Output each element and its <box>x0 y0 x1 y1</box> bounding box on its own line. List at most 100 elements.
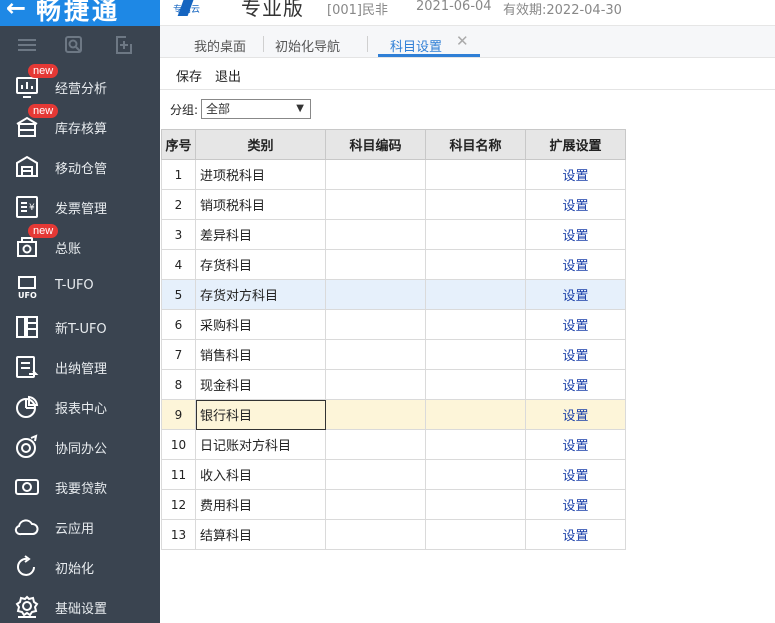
cell-subject-code[interactable] <box>325 159 426 190</box>
cell-subject-code[interactable] <box>325 369 426 400</box>
table-row[interactable]: 12 费用科目 设置 <box>161 489 626 520</box>
settings-link[interactable]: 设置 <box>525 429 626 460</box>
table-row[interactable]: 6 采购科目 设置 <box>161 309 626 340</box>
cell-subject-code[interactable] <box>325 189 426 220</box>
add-window-icon[interactable] <box>113 34 135 56</box>
cell-subject-name[interactable] <box>425 189 526 220</box>
cell-subject-code[interactable] <box>325 519 426 550</box>
table-row[interactable]: 4 存货科目 设置 <box>161 249 626 280</box>
cell-subject-code[interactable] <box>325 219 426 250</box>
settings-link[interactable]: 设置 <box>525 279 626 310</box>
settings-link[interactable]: 设置 <box>525 399 626 430</box>
sidebar-item-business-analysis[interactable]: new 经营分析 <box>0 64 160 107</box>
cell-subject-code[interactable] <box>325 459 426 490</box>
sidebar-item-initialization[interactable]: 初始化 <box>0 547 160 587</box>
cell-subject-code[interactable] <box>325 249 426 280</box>
cell-subject-code[interactable] <box>325 279 426 310</box>
cell-subject-name[interactable] <box>425 489 526 520</box>
sidebar-item-mobile-warehouse[interactable]: 移动仓管 <box>0 147 160 187</box>
tab-init-navigation[interactable]: 初始化导航 <box>275 36 340 56</box>
table-row[interactable]: 11 收入科目 设置 <box>161 459 626 490</box>
cell-category[interactable]: 费用科目 <box>195 489 326 520</box>
settings-link[interactable]: 设置 <box>525 189 626 220</box>
tab-subject-settings[interactable]: 科目设置 <box>390 36 442 56</box>
sidebar-item-report-center[interactable]: 报表中心 <box>0 387 160 427</box>
settings-link[interactable]: 设置 <box>525 489 626 520</box>
cell-category[interactable]: 现金科目 <box>195 369 326 400</box>
cell-subject-name[interactable] <box>425 429 526 460</box>
table-row[interactable]: 2 销项税科目 设置 <box>161 189 626 220</box>
cell-subject-name[interactable] <box>425 519 526 550</box>
cell-subject-name[interactable] <box>425 459 526 490</box>
sidebar-item-invoice-management[interactable]: ¥ 发票管理 <box>0 187 160 227</box>
table-row[interactable]: 3 差异科目 设置 <box>161 219 626 250</box>
cell-category[interactable]: 销售科目 <box>195 339 326 370</box>
sidebar-item-general-ledger[interactable]: new 总账 <box>0 224 160 267</box>
settings-link[interactable]: 设置 <box>525 309 626 340</box>
settings-link[interactable]: 设置 <box>525 219 626 250</box>
cell-subject-name[interactable] <box>425 309 526 340</box>
cell-subject-code[interactable] <box>325 309 426 340</box>
cell-subject-name[interactable] <box>425 369 526 400</box>
tab-separator <box>263 36 264 52</box>
account-label: [001]民非 <box>327 3 388 18</box>
search-settings-icon[interactable] <box>63 34 85 56</box>
tab-my-desktop[interactable]: 我的桌面 <box>194 36 246 56</box>
cell-category[interactable]: 存货科目 <box>195 249 326 280</box>
table-row-hover[interactable]: 5 存货对方科目 设置 <box>161 279 626 310</box>
group-select[interactable]: 全部 ▼ <box>201 99 311 119</box>
settings-link[interactable]: 设置 <box>525 519 626 550</box>
sidebar-item-loan[interactable]: 我要贷款 <box>0 467 160 507</box>
table-row[interactable]: 7 销售科目 设置 <box>161 339 626 370</box>
cell-subject-code[interactable] <box>325 489 426 520</box>
table-row[interactable]: 8 现金科目 设置 <box>161 369 626 400</box>
cell-category[interactable]: 日记账对方科目 <box>195 429 326 460</box>
column-header-no: 序号 <box>161 129 196 160</box>
close-icon[interactable]: ✕ <box>456 32 469 50</box>
table-row-selected[interactable]: 9 银行科目 设置 <box>161 399 626 430</box>
cell-category[interactable]: 采购科目 <box>195 309 326 340</box>
cell-subject-code[interactable] <box>325 429 426 460</box>
sidebar-item-inventory-accounting[interactable]: new 库存核算 <box>0 104 160 147</box>
cell-subject-code[interactable] <box>325 399 426 430</box>
cell-category[interactable]: 销项税科目 <box>195 189 326 220</box>
new-ufo-icon <box>14 314 40 340</box>
sidebar-item-label: 基础设置 <box>55 602 108 617</box>
exit-button[interactable]: 退出 <box>215 66 241 85</box>
new-badge: new <box>28 224 59 238</box>
settings-link[interactable]: 设置 <box>525 369 626 400</box>
cell-category[interactable]: 差异科目 <box>195 219 326 250</box>
expiry-date: 有效期:2022-04-30 <box>503 3 622 18</box>
settings-link[interactable]: 设置 <box>525 159 626 190</box>
sidebar-item-collaboration[interactable]: 协同办公 <box>0 427 160 467</box>
settings-link[interactable]: 设置 <box>525 249 626 280</box>
settings-link[interactable]: 设置 <box>525 459 626 490</box>
save-button[interactable]: 保存 <box>176 66 202 85</box>
invoice-icon: ¥ <box>14 194 40 220</box>
cell-subject-code[interactable] <box>325 339 426 370</box>
sidebar-item-cashier-management[interactable]: 出纳管理 <box>0 347 160 387</box>
cell-category[interactable]: 进项税科目 <box>195 159 326 190</box>
cell-subject-name[interactable] <box>425 249 526 280</box>
cell-no: 1 <box>161 159 196 190</box>
sidebar-item-new-t-ufo[interactable]: 新T-UFO <box>0 307 160 347</box>
cell-category[interactable]: 结算科目 <box>195 519 326 550</box>
cell-subject-name[interactable] <box>425 219 526 250</box>
table-row[interactable]: 10 日记账对方科目 设置 <box>161 429 626 460</box>
back-arrow-icon[interactable]: ← <box>6 0 26 22</box>
cell-subject-name[interactable] <box>425 399 526 430</box>
cell-category[interactable]: 存货对方科目 <box>195 279 326 310</box>
settings-link[interactable]: 设置 <box>525 339 626 370</box>
cell-subject-name[interactable] <box>425 159 526 190</box>
brand-logo[interactable]: ← 畅捷通 <box>0 0 160 26</box>
sidebar-item-basic-settings[interactable]: 基础设置 <box>0 587 160 623</box>
table-row[interactable]: 13 结算科目 设置 <box>161 519 626 550</box>
table-row[interactable]: 1 进项税科目 设置 <box>161 159 626 190</box>
cell-category[interactable]: 收入科目 <box>195 459 326 490</box>
menu-icon[interactable] <box>16 34 38 56</box>
cell-category-selected[interactable]: 银行科目 <box>195 399 326 430</box>
sidebar-item-cloud-apps[interactable]: 云应用 <box>0 507 160 547</box>
cell-subject-name[interactable] <box>425 339 526 370</box>
cell-subject-name[interactable] <box>425 279 526 310</box>
sidebar-item-t-ufo[interactable]: UFO T-UFO <box>0 267 160 307</box>
